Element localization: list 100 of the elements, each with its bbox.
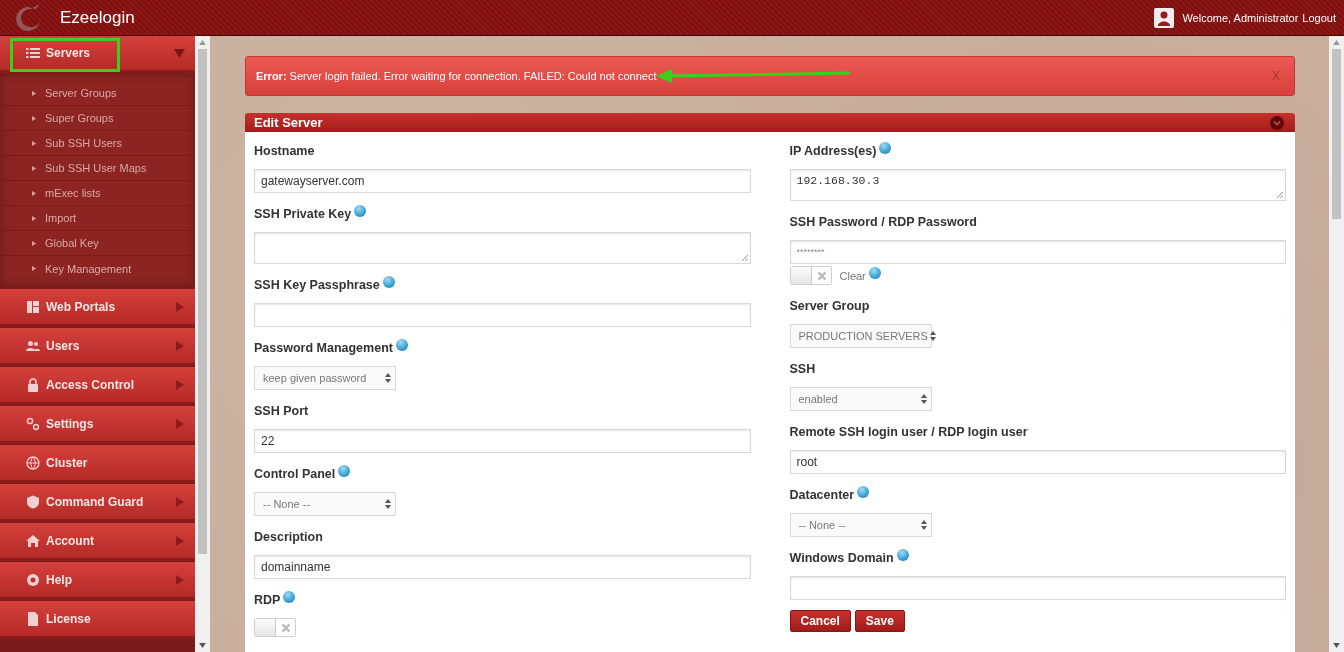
help-icon[interactable] xyxy=(868,266,881,279)
caret-right-icon xyxy=(175,574,185,585)
field-label: Windows Domain xyxy=(789,551,894,565)
field-label: Hostname xyxy=(254,144,315,158)
help-icon[interactable] xyxy=(338,465,351,477)
help-icon[interactable] xyxy=(857,486,870,498)
sidebar-item[interactable]: Command Guard xyxy=(0,484,195,522)
bullet-icon xyxy=(32,240,37,246)
text-field[interactable] xyxy=(254,303,751,327)
bullet-icon xyxy=(32,266,37,271)
text-field[interactable]: domainname xyxy=(254,555,751,579)
field-label: SSH Private Key xyxy=(254,207,352,221)
scroll-down-icon[interactable] xyxy=(1333,643,1340,648)
sidebar-item[interactable]: License xyxy=(0,601,195,639)
caret-right-icon xyxy=(175,379,185,390)
bullet-icon xyxy=(32,215,37,221)
caret-right-icon xyxy=(175,418,185,429)
sidebar-item[interactable]: Users xyxy=(0,328,195,366)
sidebar-item[interactable]: Cluster xyxy=(0,445,195,483)
shield-icon xyxy=(26,494,40,509)
bullet-icon xyxy=(32,115,37,121)
cancel-button[interactable]: Cancel xyxy=(789,610,851,632)
app-name: Ezeelogin xyxy=(60,7,135,28)
text-field[interactable] xyxy=(789,576,1286,600)
help-icon[interactable] xyxy=(283,591,296,603)
help-icon[interactable] xyxy=(896,549,909,561)
lifebuoy-icon xyxy=(26,572,40,587)
collapse-icon[interactable] xyxy=(1270,115,1284,130)
caret-right-icon xyxy=(175,535,185,546)
bullet-icon xyxy=(32,140,37,146)
up-down-arrows-icon xyxy=(920,520,927,530)
logout-link[interactable]: Logout xyxy=(1302,11,1336,24)
text-field[interactable]: gatewayserver.com xyxy=(254,169,751,193)
dropdown[interactable]: keep given password xyxy=(254,366,396,390)
up-down-arrows-icon xyxy=(385,373,391,383)
toggle-switch[interactable] xyxy=(789,266,832,285)
caret-right-icon xyxy=(175,301,185,312)
x-icon xyxy=(816,270,827,281)
sidebar-item[interactable]: Settings xyxy=(0,406,195,444)
error-message: Error: Server login failed. Error waiting for connection. FAILED: Could not connect xyxy=(256,70,657,82)
clear-label: Clear xyxy=(839,269,866,282)
field-label: SSH Key Passphrase xyxy=(254,278,380,292)
help-icon[interactable] xyxy=(879,142,892,154)
bullet-icon xyxy=(32,90,37,96)
up-down-arrows-icon xyxy=(385,499,391,509)
sidebar-item[interactable]: Account xyxy=(0,523,195,561)
dropdown[interactable]: -- None -- xyxy=(254,492,396,516)
help-icon[interactable] xyxy=(395,339,408,351)
submenu-item[interactable]: Key Management xyxy=(0,256,195,281)
scroll-up-icon[interactable] xyxy=(1333,40,1340,45)
save-button[interactable]: Save xyxy=(854,610,905,632)
resize-grip-icon[interactable] xyxy=(740,254,748,261)
help-icon[interactable] xyxy=(382,276,395,288)
caret-right-icon xyxy=(175,496,185,507)
help-icon[interactable] xyxy=(354,205,367,217)
text-field[interactable]: root xyxy=(789,450,1286,474)
scroll-up-icon[interactable] xyxy=(199,40,206,45)
sidebar-item[interactable]: Help xyxy=(0,562,195,600)
scrollbar[interactable] xyxy=(195,36,210,652)
sidebar-item[interactable]: Servers xyxy=(0,36,195,73)
field-label: Password Management xyxy=(254,341,393,355)
bullet-icon xyxy=(32,190,37,196)
user-avatar-icon xyxy=(1154,7,1175,28)
field-label: Control Panel xyxy=(254,467,336,481)
sidebar-item[interactable]: Access Control xyxy=(0,367,195,405)
sidebar-item[interactable]: Web Portals xyxy=(0,289,195,327)
field-label: IP Address(es) xyxy=(789,144,877,158)
scroll-thumb[interactable] xyxy=(198,49,207,554)
up-down-arrows-icon xyxy=(929,331,936,341)
home-icon xyxy=(26,533,40,548)
resize-grip-icon[interactable] xyxy=(1276,191,1283,198)
up-down-arrows-icon xyxy=(920,394,927,404)
field-label: Description xyxy=(254,530,323,544)
scroll-thumb[interactable] xyxy=(1332,49,1341,219)
dropdown[interactable]: -- None -- xyxy=(789,513,932,537)
document-icon xyxy=(26,611,40,626)
field-label: Datacenter xyxy=(789,488,855,502)
scrollbar[interactable] xyxy=(1329,36,1344,652)
list-icon xyxy=(26,46,40,60)
scroll-down-icon[interactable] xyxy=(199,643,206,648)
text-area[interactable]: 192.168.30.3 xyxy=(789,169,1286,201)
layout-icon xyxy=(26,299,40,314)
field-label: SSH Port xyxy=(254,404,309,418)
lock-icon xyxy=(26,377,40,392)
welcome-text: Welcome, Administrator xyxy=(1182,11,1299,24)
gears-icon xyxy=(26,416,40,431)
globe-icon xyxy=(26,455,40,470)
caret-down-icon xyxy=(174,47,185,59)
dropdown[interactable]: enabled xyxy=(789,387,932,411)
caret-right-icon xyxy=(175,340,185,351)
field-label: Remote SSH login user / RDP login user xyxy=(789,425,1028,439)
text-field[interactable]: 22 xyxy=(254,429,751,453)
field-label: SSH Password / RDP Password xyxy=(789,215,977,229)
users-icon xyxy=(26,338,40,353)
field-label: Server Group xyxy=(789,299,870,313)
text-field[interactable]: ******** xyxy=(789,240,1286,264)
bullet-icon xyxy=(32,165,37,171)
field-label: SSH xyxy=(789,362,816,376)
x-icon xyxy=(281,622,291,633)
toggle-switch[interactable] xyxy=(254,618,296,637)
